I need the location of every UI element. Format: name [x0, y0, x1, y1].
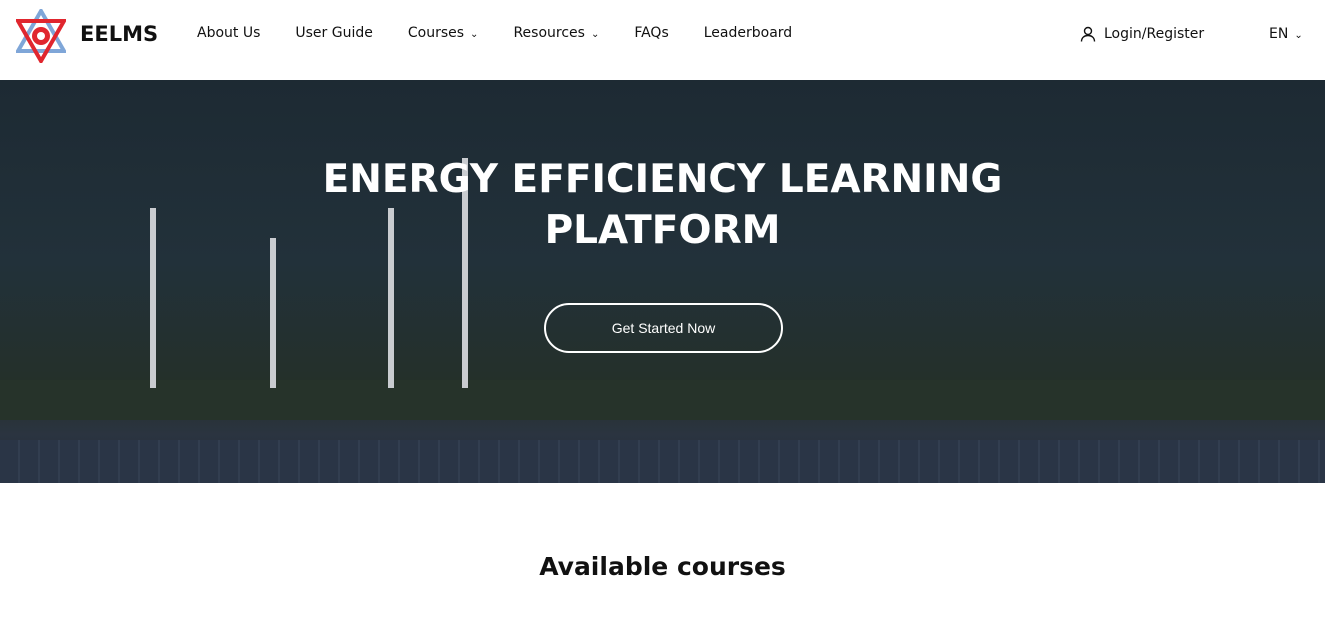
hero-banner: ENERGY EFFICIENCY LEARNING PLATFORM Get S…	[0, 80, 1325, 483]
chevron-down-icon: ⌄	[1294, 30, 1303, 41]
chevron-down-icon: ⌄	[590, 29, 600, 40]
eelms-logo[interactable]	[16, 9, 66, 63]
top-navbar: EELMS About Us User Guide Courses ⌄ Resou…	[0, 0, 1325, 80]
nav-about-us[interactable]: About Us	[197, 25, 260, 41]
hero-title-line2: PLATFORM	[544, 208, 781, 253]
wind-turbine	[270, 238, 276, 388]
login-register-link[interactable]: Login/Register	[1080, 26, 1204, 42]
nav-resources[interactable]: Resources ⌄	[513, 25, 599, 41]
nav-leaderboard[interactable]: Leaderboard	[704, 25, 792, 41]
hero-title: ENERGY EFFICIENCY LEARNING PLATFORM	[0, 154, 1325, 256]
login-label: Login/Register	[1104, 26, 1205, 42]
nav-resources-label: Resources	[513, 25, 585, 41]
hero-ground	[0, 380, 1325, 420]
user-icon	[1080, 26, 1096, 42]
brand-name[interactable]: EELMS	[80, 22, 158, 46]
language-selector[interactable]: EN ⌄	[1269, 26, 1303, 42]
get-started-button[interactable]: Get Started Now	[544, 303, 783, 353]
language-label: EN	[1269, 26, 1289, 42]
available-courses-heading: Available courses	[539, 552, 786, 581]
hero-solar-panels	[0, 440, 1325, 483]
main-menu: About Us User Guide Courses ⌄ Resources ⌄ …	[197, 25, 792, 41]
chevron-down-icon: ⌄	[470, 29, 479, 40]
hero-title-line1: ENERGY EFFICIENCY LEARNING	[322, 157, 1003, 202]
nav-courses-label: Courses	[407, 25, 465, 41]
nav-user-guide[interactable]: User Guide	[295, 25, 372, 41]
nav-courses[interactable]: Courses ⌄	[408, 25, 479, 41]
nav-faqs[interactable]: FAQs	[634, 25, 668, 41]
